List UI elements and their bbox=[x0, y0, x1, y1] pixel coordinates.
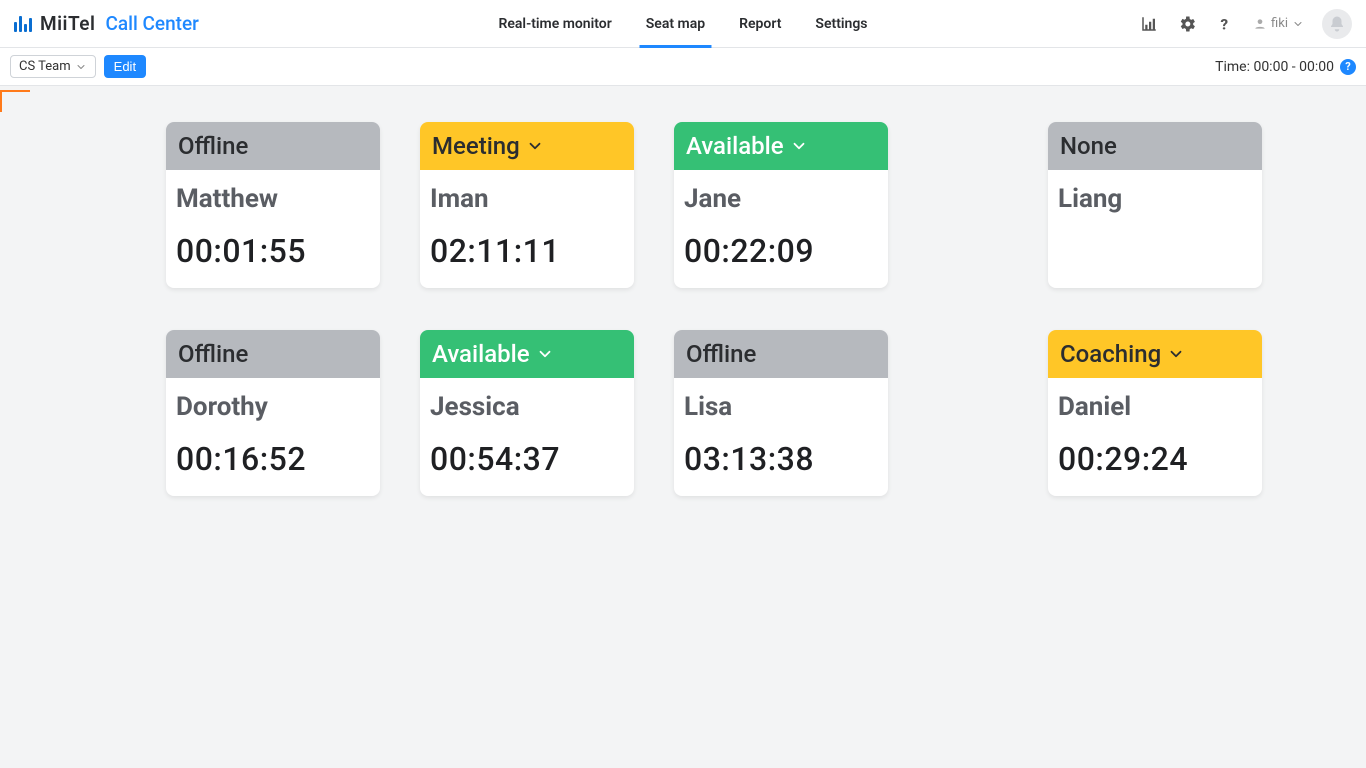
agent-timer: 00:54:37 bbox=[430, 440, 624, 478]
seat-status-header: Offline bbox=[674, 330, 888, 378]
agent-name: Lisa bbox=[684, 392, 878, 422]
seat-status-label: Coaching bbox=[1060, 340, 1161, 368]
seat-status-header: Offline bbox=[166, 122, 380, 170]
nav-report[interactable]: Report bbox=[739, 0, 781, 47]
seat-status-label: Meeting bbox=[432, 132, 520, 160]
brand-logo-icon bbox=[14, 16, 32, 32]
chevron-down-icon bbox=[790, 137, 808, 155]
chevron-down-icon bbox=[75, 61, 87, 73]
chevron-down-icon bbox=[536, 345, 554, 363]
agent-name: Jane bbox=[684, 184, 878, 214]
seat-body: Dorothy 00:16:52 bbox=[166, 378, 380, 496]
team-select[interactable]: CS Team bbox=[10, 55, 96, 78]
seat-status-label: Available bbox=[432, 340, 530, 368]
seat-board: Offline Matthew 00:01:55 Meeting Iman 02:11:1… bbox=[0, 86, 1366, 496]
chevron-down-icon bbox=[526, 137, 544, 155]
seat-card[interactable]: Offline Matthew 00:01:55 bbox=[166, 122, 380, 288]
seat-status-header[interactable]: Meeting bbox=[420, 122, 634, 170]
svg-text:?: ? bbox=[1221, 15, 1229, 33]
seat-status-label: None bbox=[1060, 132, 1117, 160]
agent-timer: 00:01:55 bbox=[176, 232, 370, 270]
gear-icon[interactable] bbox=[1177, 14, 1197, 34]
seat-status-header: None bbox=[1048, 122, 1262, 170]
selection-marker-icon bbox=[0, 90, 30, 112]
user-name: fiki bbox=[1271, 16, 1288, 31]
chevron-down-icon bbox=[1292, 18, 1304, 30]
agent-name: Matthew bbox=[176, 184, 370, 214]
agent-timer: 00:29:24 bbox=[1058, 440, 1252, 478]
user-menu[interactable]: fiki bbox=[1253, 16, 1304, 31]
time-help-icon[interactable]: ? bbox=[1340, 59, 1356, 75]
agent-name: Liang bbox=[1058, 184, 1252, 214]
brand[interactable]: MiiTel Call Center bbox=[14, 12, 199, 35]
seat-status-header[interactable]: Available bbox=[420, 330, 634, 378]
seat-body: Daniel 00:29:24 bbox=[1048, 378, 1262, 496]
seat-body: Lisa 03:13:38 bbox=[674, 378, 888, 496]
agent-timer: 00:22:09 bbox=[684, 232, 878, 270]
seat-body: Jessica 00:54:37 bbox=[420, 378, 634, 496]
top-nav: MiiTel Call Center Real-time monitor Sea… bbox=[0, 0, 1366, 48]
nav-tabs: Real-time monitor Seat map Report Settin… bbox=[498, 0, 867, 47]
seat-card[interactable]: None Liang bbox=[1048, 122, 1262, 288]
seat-card[interactable]: Meeting Iman 02:11:11 bbox=[420, 122, 634, 288]
nav-settings[interactable]: Settings bbox=[815, 0, 867, 47]
seat-status-label: Offline bbox=[178, 340, 248, 368]
team-select-label: CS Team bbox=[19, 59, 71, 74]
seat-status-header[interactable]: Coaching bbox=[1048, 330, 1262, 378]
chevron-down-icon bbox=[1167, 345, 1185, 363]
agent-name: Jessica bbox=[430, 392, 624, 422]
time-range-label: Time: 00:00 - 00:00 bbox=[1215, 59, 1334, 75]
nav-seatmap[interactable]: Seat map bbox=[646, 0, 705, 47]
seat-status-label: Offline bbox=[686, 340, 756, 368]
seat-body: Jane 00:22:09 bbox=[674, 170, 888, 288]
seat-card[interactable]: Offline Lisa 03:13:38 bbox=[674, 330, 888, 496]
user-icon bbox=[1253, 17, 1267, 31]
seat-status-label: Offline bbox=[178, 132, 248, 160]
seat-card[interactable]: Offline Dorothy 00:16:52 bbox=[166, 330, 380, 496]
help-icon[interactable]: ? bbox=[1215, 14, 1235, 34]
agent-name: Iman bbox=[430, 184, 624, 214]
analytics-icon[interactable] bbox=[1139, 14, 1159, 34]
seat-status-header[interactable]: Available bbox=[674, 122, 888, 170]
brand-name: MiiTel bbox=[40, 12, 95, 35]
seat-card[interactable]: Available Jane 00:22:09 bbox=[674, 122, 888, 288]
seat-card[interactable]: Available Jessica 00:54:37 bbox=[420, 330, 634, 496]
agent-timer: 00:16:52 bbox=[176, 440, 370, 478]
seat-status-label: Available bbox=[686, 132, 784, 160]
brand-product: Call Center bbox=[105, 12, 198, 35]
seat-body: Liang bbox=[1048, 170, 1262, 250]
sub-bar: CS Team Edit Time: 00:00 - 00:00 ? bbox=[0, 48, 1366, 86]
agent-name: Dorothy bbox=[176, 392, 370, 422]
agent-timer: 03:13:38 bbox=[684, 440, 878, 478]
agent-name: Daniel bbox=[1058, 392, 1252, 422]
notifications-icon[interactable] bbox=[1322, 9, 1352, 39]
seat-card[interactable]: Coaching Daniel 00:29:24 bbox=[1048, 330, 1262, 496]
nav-realtime[interactable]: Real-time monitor bbox=[498, 0, 611, 47]
seat-grid: Offline Matthew 00:01:55 Meeting Iman 02:11:1… bbox=[8, 86, 1366, 496]
seat-body: Matthew 00:01:55 bbox=[166, 170, 380, 288]
agent-timer: 02:11:11 bbox=[430, 232, 624, 270]
seat-status-header: Offline bbox=[166, 330, 380, 378]
edit-button[interactable]: Edit bbox=[104, 55, 146, 78]
seat-body: Iman 02:11:11 bbox=[420, 170, 634, 288]
nav-right: ? fiki bbox=[1139, 9, 1352, 39]
